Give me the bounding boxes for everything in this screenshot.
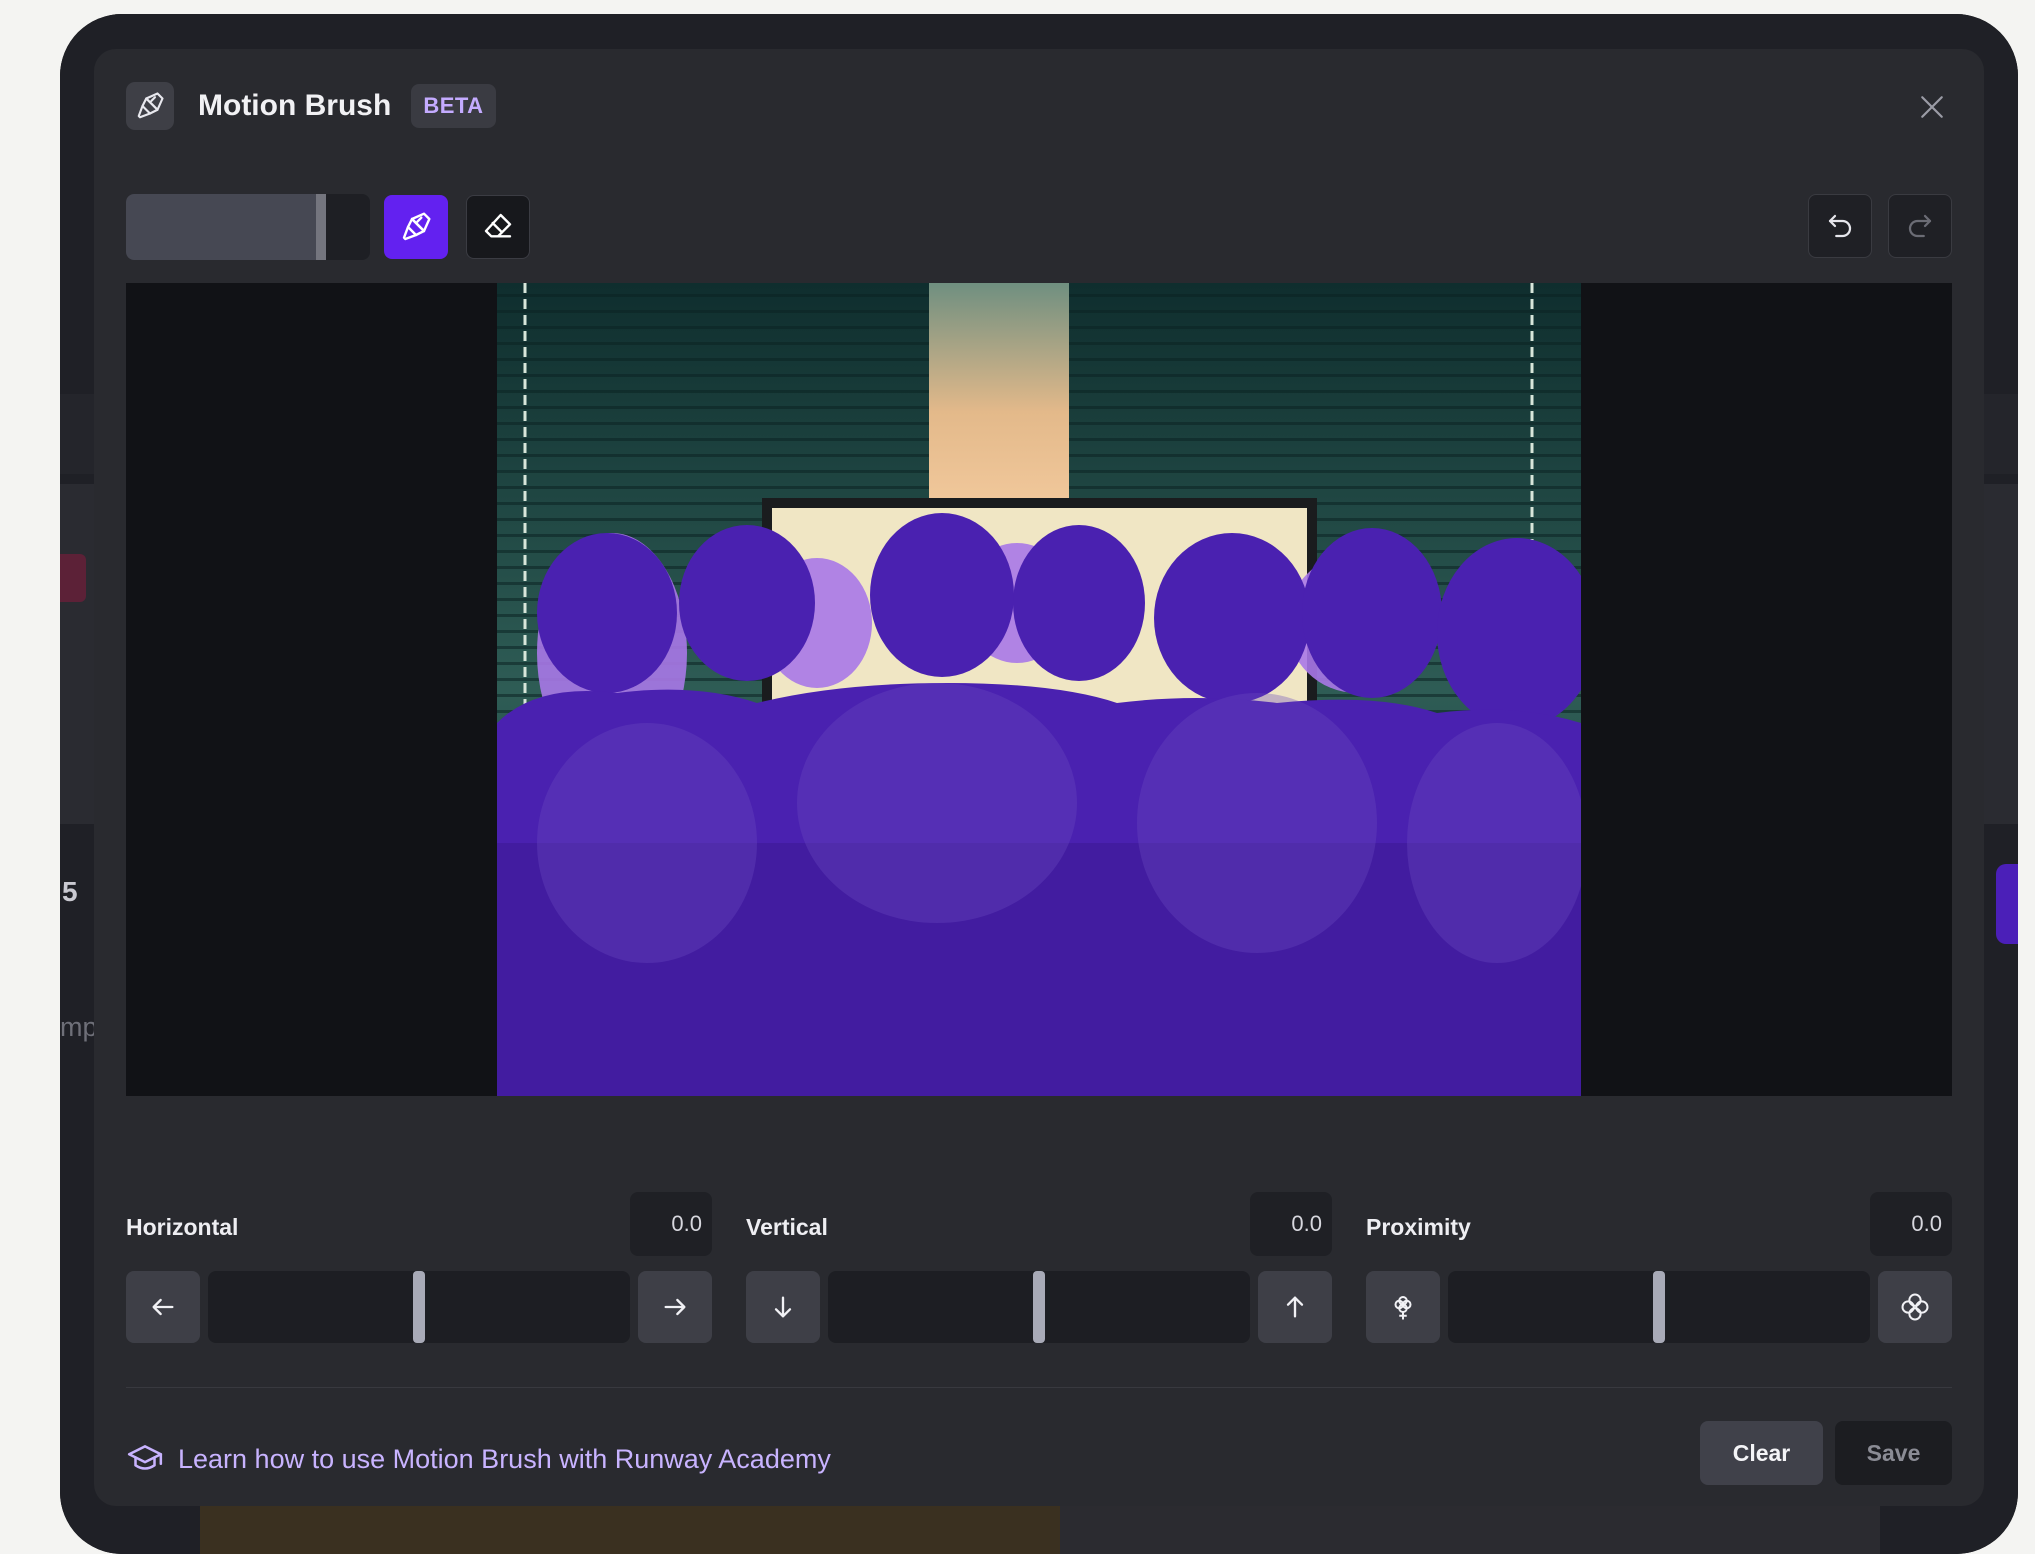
- paint-canvas[interactable]: [126, 283, 1952, 1096]
- arrow-right-icon: [664, 1298, 686, 1316]
- arrow-left-icon: [152, 1298, 174, 1316]
- proximity-increase-button[interactable]: [1878, 1271, 1952, 1343]
- eraser-icon: [484, 213, 512, 238]
- horizontal-slider[interactable]: [208, 1271, 630, 1343]
- background-accent: [1996, 864, 2018, 944]
- horizontal-control: Horizontal 0.0: [126, 1192, 712, 1352]
- undo-button[interactable]: [1808, 194, 1872, 258]
- brush-size-handle[interactable]: [316, 194, 327, 260]
- slider-handle[interactable]: [1653, 1271, 1665, 1343]
- control-label: Vertical: [746, 1214, 828, 1240]
- proximity-control: Proximity 0.0: [1366, 1192, 1952, 1352]
- control-value-input[interactable]: 0.0: [630, 1192, 712, 1256]
- slider-handle[interactable]: [413, 1271, 425, 1343]
- arrow-down-icon: [774, 1296, 792, 1318]
- brush-icon: [402, 212, 431, 241]
- academy-link[interactable]: Learn how to use Motion Brush with Runwa…: [126, 1439, 831, 1479]
- redo-icon: [1908, 214, 1932, 238]
- background-prompt-text: mp: [60, 1012, 98, 1042]
- brush-icon: [126, 82, 174, 130]
- dialog-header: Motion Brush BETA: [126, 81, 496, 131]
- brush-size-fill: [126, 194, 327, 260]
- background-thumbnail: [200, 1504, 1100, 1554]
- arrow-up-icon: [1286, 1296, 1304, 1318]
- control-value-input[interactable]: 0.0: [1870, 1192, 1952, 1256]
- proximity-slider[interactable]: [1448, 1271, 1870, 1343]
- source-image[interactable]: [497, 283, 1581, 1096]
- proximity-decrease-button[interactable]: [1366, 1271, 1440, 1343]
- footer-divider: [126, 1387, 1952, 1388]
- dialog-title: Motion Brush: [198, 89, 392, 122]
- vertical-slider[interactable]: [828, 1271, 1250, 1343]
- background-image-icon: [60, 554, 86, 602]
- flower-large-icon: [1901, 1293, 1929, 1321]
- control-label: Proximity: [1366, 1214, 1471, 1240]
- device-frame: 5 mp Motion Brush BETA Horizontal 0.0 Ve…: [60, 14, 2018, 1554]
- brush-toolbar: [126, 194, 530, 260]
- motion-controls: Horizontal 0.0 Vertical 0.0 Proximity 0.…: [126, 1192, 1952, 1352]
- history-controls: [1792, 194, 1952, 258]
- move-left-button[interactable]: [126, 1271, 200, 1343]
- background-number: 5: [62, 876, 78, 907]
- beta-badge: BETA: [411, 84, 496, 128]
- move-right-button[interactable]: [638, 1271, 712, 1343]
- flower-small-icon: [1394, 1296, 1412, 1320]
- eraser-tool-button[interactable]: [466, 195, 530, 259]
- background-thumbnail: [1060, 1504, 1880, 1554]
- masked-photo: [497, 283, 1581, 1096]
- brush-size-slider[interactable]: [126, 194, 370, 260]
- slider-handle[interactable]: [1033, 1271, 1045, 1343]
- graduation-cap-icon: [127, 1445, 163, 1470]
- control-value-input[interactable]: 0.0: [1250, 1192, 1332, 1256]
- save-button[interactable]: Save: [1835, 1421, 1952, 1485]
- close-icon[interactable]: [1910, 85, 1954, 129]
- move-up-button[interactable]: [1258, 1271, 1332, 1343]
- motion-brush-dialog: Motion Brush BETA Horizontal 0.0 Vertica…: [94, 49, 1984, 1506]
- footer-actions: Clear Save: [1700, 1421, 1952, 1485]
- redo-button[interactable]: [1888, 194, 1952, 258]
- clear-button[interactable]: Clear: [1700, 1421, 1823, 1485]
- undo-icon: [1828, 214, 1852, 238]
- move-down-button[interactable]: [746, 1271, 820, 1343]
- control-label: Horizontal: [126, 1214, 239, 1240]
- academy-link-text[interactable]: Learn how to use Motion Brush with Runwa…: [178, 1444, 831, 1475]
- brush-tool-button[interactable]: [384, 195, 448, 259]
- vertical-control: Vertical 0.0: [746, 1192, 1332, 1352]
